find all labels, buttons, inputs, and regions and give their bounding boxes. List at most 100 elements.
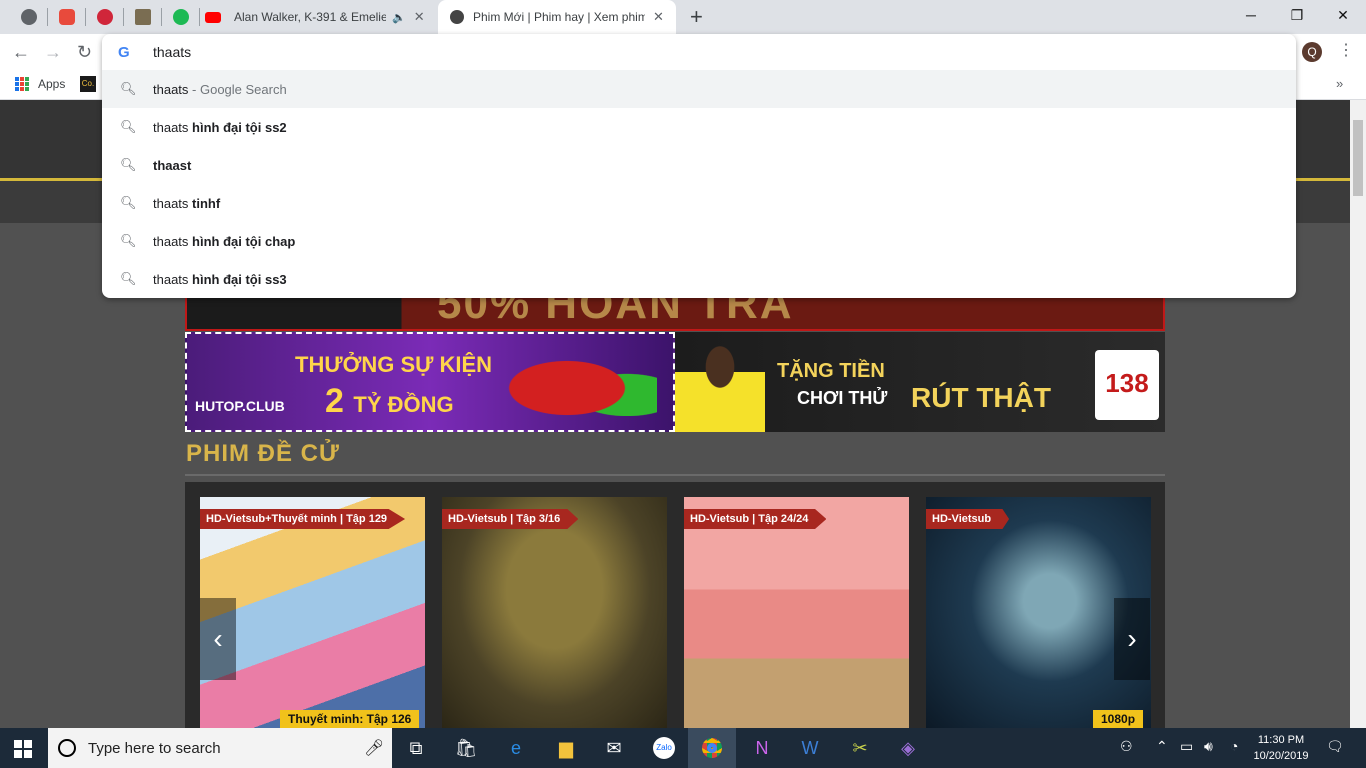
menu-icon[interactable]: ⋮ xyxy=(1338,40,1354,60)
ad-amount: 2 xyxy=(325,382,344,420)
ad-amount-unit: TỶ ĐỒNG xyxy=(353,392,454,417)
movie-badge: 1080p xyxy=(1093,710,1144,728)
zalo-icon[interactable]: Zalo xyxy=(640,728,688,768)
google-icon: G xyxy=(118,44,130,61)
clock-time: 11:30 PM xyxy=(1257,734,1305,746)
rose-icon xyxy=(97,9,113,25)
scrollbar-thumb[interactable] xyxy=(1353,120,1363,196)
ad-logo: HUTOP.CLUB xyxy=(195,398,285,414)
movie-card[interactable]: HD-Vietsub | Tập 24/24 xyxy=(684,497,909,728)
section-divider xyxy=(185,474,1165,476)
suggestion-text: thaats hình đại tội chap xyxy=(153,233,296,249)
chevron-up-icon[interactable]: ⌃ xyxy=(1156,738,1168,755)
windows-start-icon[interactable] xyxy=(14,740,32,758)
close-icon[interactable]: ✕ xyxy=(414,9,425,25)
bookmark-item[interactable]: Co. xyxy=(80,76,96,92)
new-tab-button[interactable]: + xyxy=(690,4,703,30)
suggestion-text: thaats - Google Search xyxy=(153,81,287,97)
movie-label: HD-Vietsub+Thuyết minh | Tập 129 xyxy=(200,509,406,529)
ad-text: CHƠI THỬ xyxy=(797,388,888,408)
restore-button[interactable]: ❐ xyxy=(1274,0,1320,30)
zalo-badge-icon: Zalo xyxy=(653,737,675,759)
movie-label: HD-Vietsub | Tập 24/24 xyxy=(684,509,827,529)
volume-icon[interactable]: 🔊︎ xyxy=(1204,738,1213,755)
close-icon[interactable]: ✕ xyxy=(653,9,664,25)
reload-icon[interactable]: ↻ xyxy=(77,42,92,63)
clock-date: 10/20/2019 xyxy=(1253,750,1309,762)
snipping-tool-icon[interactable]: ✂ xyxy=(836,728,884,768)
tab-heart[interactable] xyxy=(50,0,84,34)
onenote-icon[interactable]: N xyxy=(738,728,786,768)
mail-icon[interactable]: ✉ xyxy=(590,728,638,768)
search-placeholder: Type here to search xyxy=(88,739,221,757)
carousel-prev-chevron-icon[interactable]: ‹ xyxy=(200,598,236,680)
tab-phimmoi[interactable]: Phim Mới | Phim hay | Xem phim ✕ xyxy=(438,0,676,34)
search-icon: 🔍︎ xyxy=(120,119,137,134)
clock[interactable]: 11:30 PM 10/20/2019 xyxy=(1250,732,1312,764)
tab-globe[interactable] xyxy=(12,0,46,34)
edge-icon[interactable]: e xyxy=(492,728,540,768)
close-window-button[interactable]: ✕ xyxy=(1320,0,1366,30)
word-icon[interactable]: W xyxy=(786,728,834,768)
battery-icon[interactable]: ▭ xyxy=(1180,738,1193,755)
apps-icon[interactable] xyxy=(15,77,29,91)
suggestion-item[interactable]: 🔍︎ thaats hình đại tội chap xyxy=(102,222,1296,260)
movie-badge: Thuyết minh: Tập 126 xyxy=(280,710,420,728)
globe-icon xyxy=(21,9,37,25)
youtube-icon xyxy=(205,11,221,23)
tab-image[interactable] xyxy=(126,0,160,34)
omnibox-text[interactable]: thaats xyxy=(153,44,191,60)
search-icon: 🔍︎ xyxy=(120,271,137,286)
tab-separator xyxy=(123,8,124,26)
suggestion-item[interactable]: 🔍︎ thaast xyxy=(102,146,1296,184)
forward-arrow-icon[interactable]: → xyxy=(44,42,62,63)
file-explorer-icon[interactable]: ▆ xyxy=(542,728,590,768)
movie-card[interactable]: HD-Vietsub | Tập 3/16 xyxy=(442,497,667,728)
taskbar-search[interactable]: Type here to search 🎤︎ xyxy=(48,728,392,768)
ad-text: RÚT THẬT xyxy=(911,382,1051,413)
car-image xyxy=(507,346,657,416)
ad-text: THƯỞNG SỰ KIỆN xyxy=(295,352,493,377)
omnibox-dropdown: G thaats 🔍︎ thaats - Google Search 🔍︎ th… xyxy=(102,34,1296,298)
more-bookmarks-chevron-icon[interactable]: » xyxy=(1336,76,1343,91)
ad-text: TẶNG TIỀN xyxy=(777,360,885,382)
suggestion-item[interactable]: 🔍︎ thaats hình đại tội ss3 xyxy=(102,260,1296,298)
suggestion-item[interactable]: 🔍︎ thaats tinhf xyxy=(102,184,1296,222)
tab-separator xyxy=(161,8,162,26)
omnibox-input[interactable]: G thaats xyxy=(102,34,1296,70)
tab-separator xyxy=(47,8,48,26)
tab-youtube[interactable]: Alan Walker, K-391 & Emelie 🔈 ✕ xyxy=(205,0,435,34)
image-icon xyxy=(135,9,151,25)
minimize-button[interactable]: ─ xyxy=(1228,0,1274,30)
carousel-next-chevron-icon[interactable]: › xyxy=(1114,598,1150,680)
suggestion-item[interactable]: 🔍︎ thaats hình đại tội ss2 xyxy=(102,108,1296,146)
wifi-icon[interactable]: ◔ xyxy=(1230,738,1238,754)
chrome-icon[interactable] xyxy=(688,728,736,768)
search-icon: 🔍︎ xyxy=(120,233,137,248)
avatar[interactable]: Q xyxy=(1302,42,1322,62)
people-icon[interactable]: ⚇ xyxy=(1120,738,1133,755)
scrollbar[interactable] xyxy=(1350,100,1366,728)
speaker-icon[interactable]: 🔈 xyxy=(392,11,406,24)
tab-rose[interactable] xyxy=(88,0,122,34)
suggestion-item[interactable]: 🔍︎ thaats - Google Search xyxy=(102,70,1296,108)
chrome-logo-icon xyxy=(702,738,722,758)
task-view-icon[interactable]: ⧉ xyxy=(392,728,440,768)
back-arrow-icon[interactable]: ← xyxy=(12,42,30,63)
ad-banner-hutop[interactable]: THƯỞNG SỰ KIỆN 2 TỶ ĐỒNG HUTOP.CLUB xyxy=(185,332,675,432)
ad-banner-138[interactable]: TẶNG TIỀN CHƠI THỬ RÚT THẬT 138 xyxy=(675,332,1165,432)
apps-label[interactable]: Apps xyxy=(38,77,65,91)
tab-podcast[interactable] xyxy=(164,0,198,34)
notifications-icon[interactable]: 🗨︎ xyxy=(1326,738,1344,755)
store-icon[interactable]: 🛍︎ xyxy=(442,728,490,768)
search-icon: 🔍︎ xyxy=(120,81,137,96)
ad-logo: 138 xyxy=(1095,350,1159,420)
tab-title: Alan Walker, K-391 & Emelie xyxy=(234,10,386,24)
suggestion-text: thaats tinhf xyxy=(153,195,221,211)
ad-text-amount: 2 TỶ ĐỒNG xyxy=(325,382,454,421)
microphone-icon[interactable]: 🎤︎ xyxy=(364,738,384,758)
tab-separator xyxy=(199,8,200,26)
suggestion-text: thaats hình đại tội ss2 xyxy=(153,119,287,135)
visual-studio-icon[interactable]: ◈ xyxy=(884,728,932,768)
film-reel-icon xyxy=(450,10,464,24)
